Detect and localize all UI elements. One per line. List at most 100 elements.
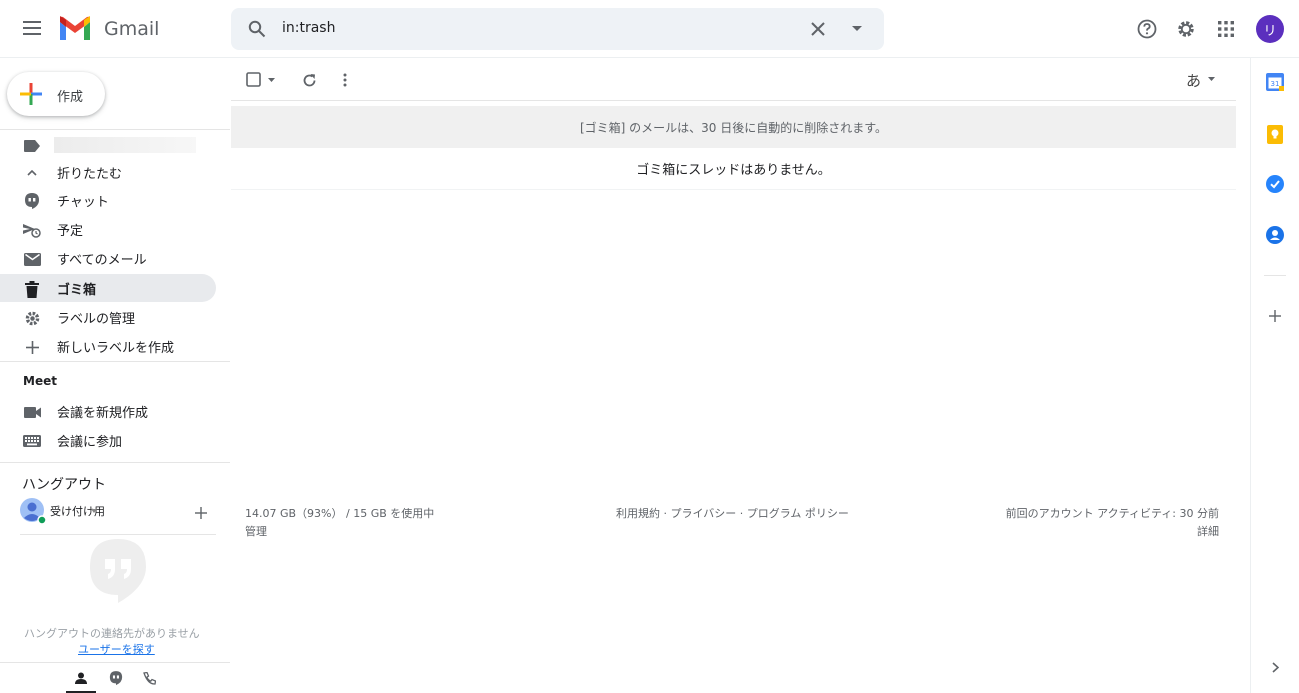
sidebar-item-trash[interactable]: ゴミ箱 [0,274,216,302]
keep-bulb-icon [1267,124,1283,144]
phone-calls-tab[interactable] [134,664,164,693]
tasks-app-button[interactable] [1263,172,1287,196]
person-icon [75,672,87,684]
input-tools-button[interactable]: あ [1184,69,1220,91]
calendar-app-button[interactable]: 31 [1263,70,1287,94]
add-contact-plus-icon[interactable] [195,507,207,519]
blurred-label-name [54,137,196,153]
sidebar-item-chat[interactable]: チャット [0,186,216,214]
compose-label: 作成 [57,90,84,105]
compose-button[interactable]: 作成 [7,72,105,116]
apps-button[interactable] [1210,13,1242,45]
label-icon [23,137,41,155]
scheduled-send-icon [23,221,41,239]
sidebar-bottom-divider [0,662,230,663]
plus-icon [1269,310,1281,322]
clear-search-icon[interactable] [811,22,825,36]
keep-app-button[interactable] [1263,122,1287,146]
gear-icon [23,309,41,327]
meet-new-meeting[interactable]: 会議を新規作成 [0,397,216,425]
refresh-button[interactable] [296,67,322,93]
chevron-down-icon [1208,77,1215,81]
sidebar-item-label: ゴミ箱 [57,282,97,298]
sidebar-divider [0,462,230,463]
conversations-tab[interactable] [101,664,131,693]
top-bar: Gmail in:trash リ [0,0,1299,58]
trash-icon [23,280,41,298]
meet-item-label: 会議を新規作成 [57,405,149,421]
empty-message: ゴミ箱にスレッドはありません。 [636,163,831,178]
search-bar[interactable]: in:trash [231,8,884,50]
phone-icon [142,672,156,685]
support-button[interactable] [1131,13,1163,45]
storage-manage-link[interactable]: 管理 [245,523,267,539]
sidebar-item-label: 予定 [57,223,84,239]
envelope-icon [23,250,41,268]
hangouts-section-title: ハングアウト [22,477,106,493]
svg-text:31: 31 [1271,80,1280,88]
select-checkbox-dropdown[interactable] [244,70,280,90]
gmail-wordmark: Gmail [104,18,160,40]
search-icon[interactable] [248,20,266,38]
expand-side-panel-button[interactable] [1263,655,1287,679]
chat-bubble-icon [109,671,123,686]
apps-grid-icon [1218,21,1234,37]
toolbar-divider [231,100,1236,101]
contacts-app-button[interactable] [1263,223,1287,247]
gmail-logo[interactable]: Gmail [58,14,168,44]
calendar-icon: 31 [1266,73,1284,91]
find-user-link[interactable]: ユーザーを探す [78,641,155,657]
sidebar-item-collapse[interactable]: 折りたたむ [0,158,216,186]
search-input[interactable]: in:trash [282,20,335,36]
sidebar-item-label: チャット [57,194,109,210]
tasks-check-icon [1266,175,1284,193]
contacts-person-icon [1266,226,1284,244]
trash-notice-text: [ゴミ箱] のメールは、30 日後に自動的に削除されます。 [579,120,888,135]
keyboard-icon [23,432,41,450]
sidebar-item-label[interactable] [0,131,216,159]
empty-state: ゴミ箱にスレッドはありません。 [231,148,1236,190]
meet-join-meeting[interactable]: 会議に参加 [0,426,216,454]
side-panel: 31 [1250,58,1299,693]
activity-details-link[interactable]: 詳細 [1197,523,1219,539]
footer-policy-links[interactable]: 利用規約 · プライバシー · プログラム ポリシー [616,505,849,521]
sidebar-divider [0,361,230,362]
input-method-label: あ [1186,72,1202,90]
chevron-right-icon [1271,661,1279,673]
refresh-icon [303,73,315,86]
gmail-m-logo-icon [60,16,90,40]
hangouts-user-status[interactable]: 受け付け用 [20,498,140,524]
contacts-tab[interactable] [66,664,96,693]
search-options-dropdown-icon[interactable] [852,26,862,32]
status-dropdown-icon [91,509,97,513]
help-icon [1137,19,1157,39]
sidebar-divider [0,129,230,130]
sidebar-item-label: 折りたたむ [57,166,123,182]
sidebar-item-manage-labels[interactable]: ラベルの管理 [0,303,216,331]
plus-compose-icon [20,83,42,105]
chevron-down-icon [268,78,275,82]
main-menu-button[interactable] [16,12,48,44]
meet-item-label: 会議に参加 [57,434,123,450]
sidebar-item-label: ラベルの管理 [57,311,136,327]
chevron-up-icon [23,164,41,182]
get-addons-button[interactable] [1263,304,1287,328]
sidebar-item-scheduled[interactable]: 予定 [0,215,216,243]
gear-icon [1178,21,1194,37]
more-options-button[interactable] [332,67,358,93]
side-panel-divider [1264,275,1286,276]
plus-icon [23,338,41,356]
sidebar-item-all-mail[interactable]: すべてのメール [0,244,216,272]
avatar-letter: リ [1263,23,1277,39]
hangouts-quote-icon [90,539,146,603]
sidebar-item-new-label[interactable]: 新しいラベルを作成 [0,332,216,360]
more-vert-icon [343,73,347,87]
meet-section-title: Meet [23,374,57,388]
no-contacts-text: ハングアウトの連絡先がありません [24,627,200,640]
settings-button[interactable] [1170,13,1202,45]
account-avatar[interactable]: リ [1256,15,1284,43]
sidebar-item-label: 新しいラベルを作成 [57,340,175,356]
video-camera-icon [23,403,41,421]
storage-usage-text: 14.07 GB（93%） / 15 GB を使用中 [245,507,435,520]
hangouts-divider [20,534,216,535]
